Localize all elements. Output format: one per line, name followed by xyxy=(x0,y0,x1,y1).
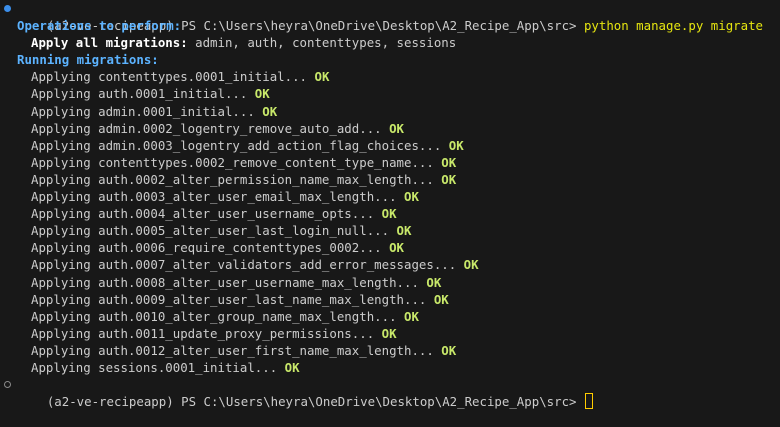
running-migrations-heading: Running migrations: xyxy=(17,52,159,68)
migration-line: Applying auth.0005_alter_user_last_login… xyxy=(0,222,780,239)
migration-line: Applying auth.0001_initial... OK xyxy=(0,85,780,102)
migration-line: Applying auth.0012_alter_user_first_name… xyxy=(0,342,780,359)
migration-line: Applying auth.0008_alter_user_username_m… xyxy=(0,274,780,291)
migration-text: Applying auth.0009_alter_user_last_name_… xyxy=(31,291,434,307)
migration-text: Applying contenttypes.0001_initial... xyxy=(31,69,315,85)
ok-status: OK xyxy=(433,291,449,307)
apply-all-label: Apply all migrations: xyxy=(31,35,188,51)
migration-line: Applying contenttypes.0001_initial... OK xyxy=(0,68,780,85)
migration-text: Applying admin.0001_initial... xyxy=(31,103,263,119)
ok-status: OK xyxy=(441,171,457,187)
migration-text: Applying auth.0008_alter_user_username_m… xyxy=(31,274,427,290)
migration-text: Applying auth.0001_initial... xyxy=(31,86,255,102)
ok-status: OK xyxy=(389,240,404,256)
ok-status: OK xyxy=(463,257,479,273)
ok-status: OK xyxy=(314,69,330,85)
ok-status: OK xyxy=(441,342,457,358)
migration-line: Applying auth.0004_alter_user_username_o… xyxy=(0,205,780,222)
ok-status: OK xyxy=(284,359,300,375)
migration-text: Applying auth.0010_alter_group_name_max_… xyxy=(31,308,404,324)
terminal-panel[interactable]: (a2-ve-recipeapp) PS C:\Users\heyra\OneD… xyxy=(0,0,780,410)
migration-line: Applying contenttypes.0002_remove_conten… xyxy=(0,154,780,171)
text-cursor xyxy=(584,393,593,410)
command-success-decoration-icon[interactable] xyxy=(4,5,11,12)
ok-status: OK xyxy=(404,308,419,324)
ok-status: OK xyxy=(254,86,270,102)
migration-line: Applying auth.0002_alter_permission_name… xyxy=(0,171,780,188)
migration-line: Applying auth.0007_alter_validators_add_… xyxy=(0,256,780,273)
prompt-line-1: (a2-ve-recipeapp) PS C:\Users\heyra\OneD… xyxy=(0,0,780,33)
ok-status: OK xyxy=(426,274,442,290)
migration-text: Applying auth.0002_alter_permission_name… xyxy=(31,171,442,187)
migration-text: Applying sessions.0001_initial... xyxy=(31,359,285,375)
migration-text: Applying admin.0003_logentry_add_action_… xyxy=(31,137,449,153)
migration-line: Applying admin.0001_initial... OK xyxy=(0,103,780,120)
migration-line: Applying admin.0003_logentry_add_action_… xyxy=(0,137,780,154)
migration-text: Applying contenttypes.0002_remove_conten… xyxy=(31,154,442,170)
migration-text: Applying auth.0006_require_contenttypes_… xyxy=(31,240,390,256)
migration-line: Applying admin.0002_logentry_remove_auto… xyxy=(0,120,780,137)
ok-status: OK xyxy=(389,120,404,136)
prompt-line-2[interactable]: (a2-ve-recipeapp) PS C:\Users\heyra\OneD… xyxy=(0,376,780,410)
migration-line: Applying auth.0011_update_proxy_permissi… xyxy=(0,325,780,342)
ok-status: OK xyxy=(262,103,278,119)
migration-line: Applying sessions.0001_initial... OK xyxy=(0,359,780,376)
migration-line: Applying auth.0009_alter_user_last_name_… xyxy=(0,291,780,308)
ok-status: OK xyxy=(381,206,397,222)
migration-text: Applying auth.0004_alter_user_username_o… xyxy=(31,206,382,222)
operations-heading: Operations to perform: xyxy=(17,18,182,34)
migration-text: Applying auth.0011_update_proxy_permissi… xyxy=(31,325,382,341)
migration-line: Applying auth.0006_require_contenttypes_… xyxy=(0,239,780,256)
apply-all-line: Apply all migrations: admin, auth, conte… xyxy=(0,34,780,51)
ok-status: OK xyxy=(404,189,419,205)
migration-text: Applying auth.0007_alter_validators_add_… xyxy=(31,257,464,273)
command-pending-decoration-icon[interactable] xyxy=(4,381,11,389)
migration-text: Applying auth.0012_alter_user_first_name… xyxy=(31,342,442,358)
migration-line: Applying auth.0003_alter_user_email_max_… xyxy=(0,188,780,205)
ok-status: OK xyxy=(381,325,397,341)
ok-status: OK xyxy=(441,154,457,170)
migration-text: Applying auth.0005_alter_user_last_login… xyxy=(31,223,397,239)
apply-all-value: admin, auth, contenttypes, sessions xyxy=(187,35,457,51)
migration-text: Applying admin.0002_logentry_remove_auto… xyxy=(31,120,390,136)
migration-text: Applying auth.0003_alter_user_email_max_… xyxy=(31,189,404,205)
ok-status: OK xyxy=(448,137,464,153)
migration-line: Applying auth.0010_alter_group_name_max_… xyxy=(0,308,780,325)
ok-status: OK xyxy=(396,223,412,239)
